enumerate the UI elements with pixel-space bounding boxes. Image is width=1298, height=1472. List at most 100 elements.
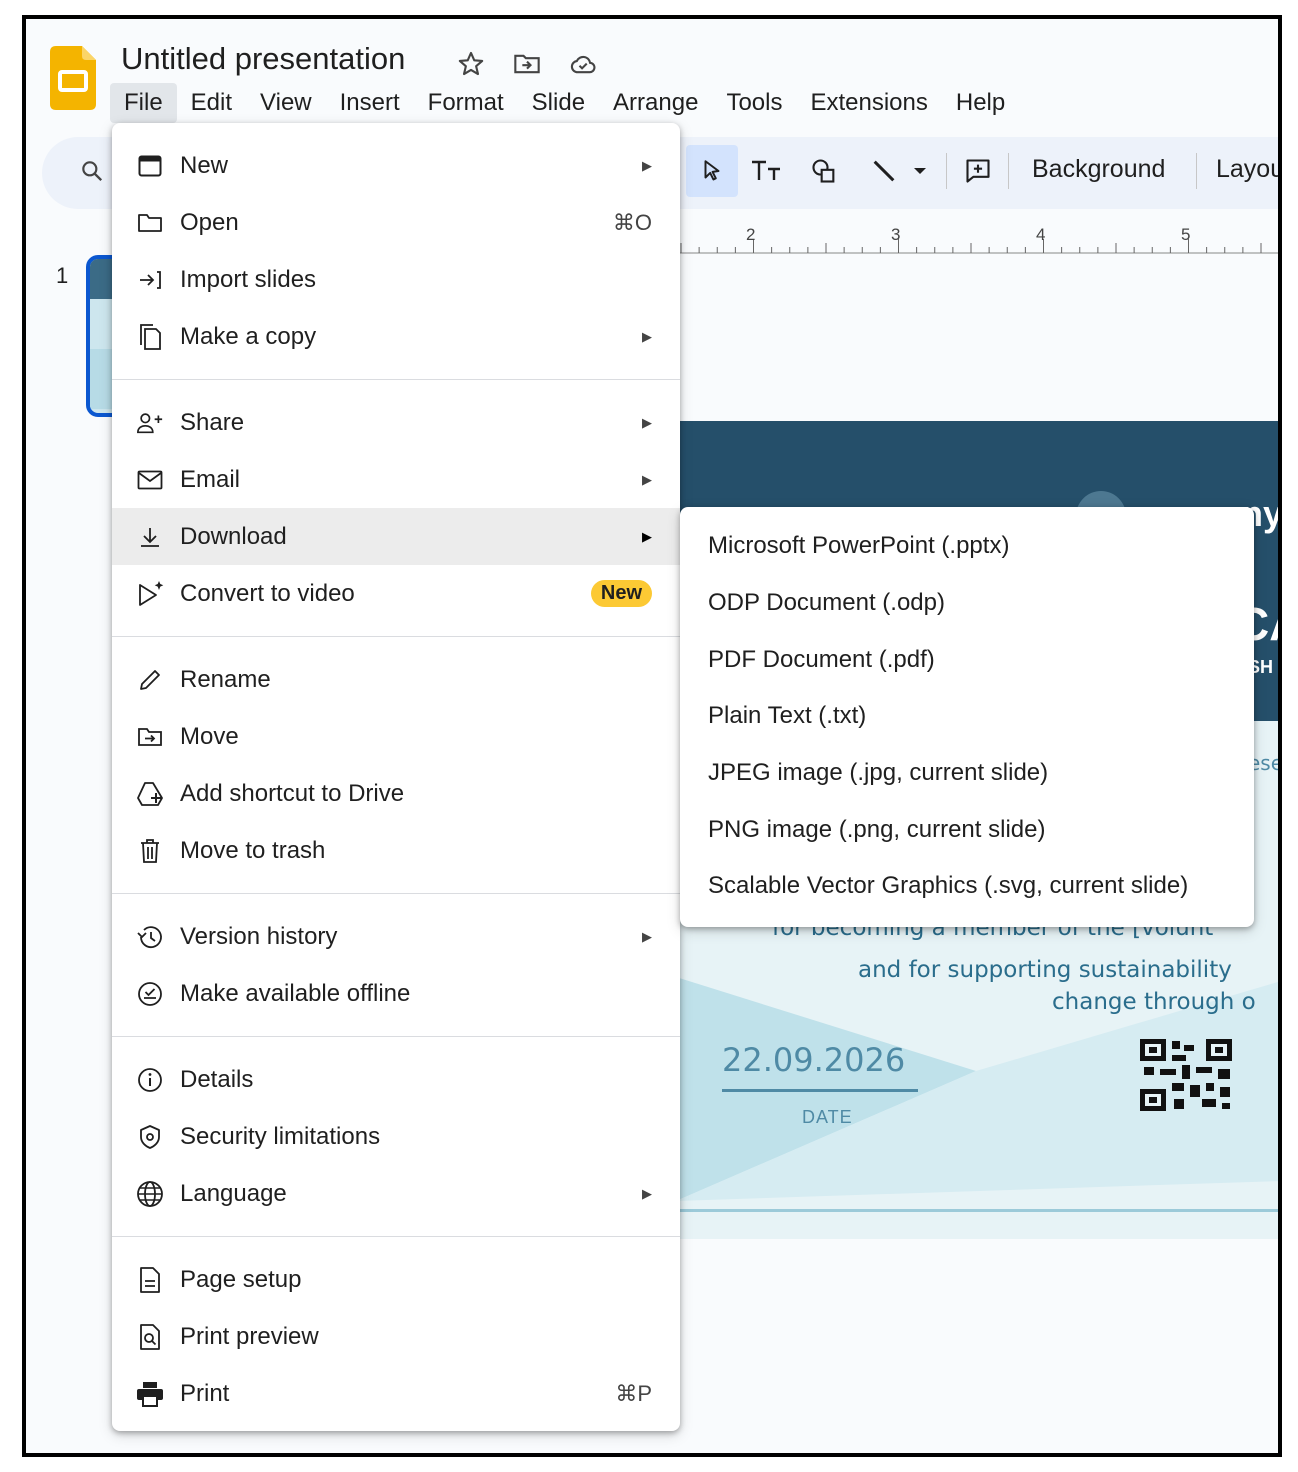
date-underline bbox=[722, 1089, 918, 1092]
menu-insert[interactable]: Insert bbox=[326, 83, 414, 123]
page-icon bbox=[136, 1266, 164, 1294]
printer-icon bbox=[136, 1380, 164, 1408]
download-option-pptx[interactable]: Microsoft PowerPoint (.pptx) bbox=[680, 518, 1254, 575]
menu-extensions[interactable]: Extensions bbox=[796, 83, 941, 123]
menu-item-new[interactable]: New ▶ bbox=[112, 137, 680, 194]
slide-number: 1 bbox=[56, 263, 69, 288]
menu-item-move-to-trash[interactable]: Move to trash bbox=[112, 822, 680, 879]
menu-item-page-setup[interactable]: Page setup bbox=[112, 1251, 680, 1308]
copy-icon bbox=[136, 323, 164, 351]
add-comment-icon[interactable] bbox=[956, 145, 1000, 197]
slide-body-line: change through o bbox=[1052, 989, 1256, 1015]
download-option-png[interactable]: PNG image (.png, current slide) bbox=[680, 801, 1254, 858]
star-icon[interactable] bbox=[454, 47, 488, 81]
print-preview-icon bbox=[136, 1323, 164, 1351]
menu-edit[interactable]: Edit bbox=[177, 83, 246, 123]
submenu-arrow-icon: ▶ bbox=[642, 157, 652, 173]
ruler-label: 3 bbox=[891, 225, 901, 244]
menu-item-import-slides[interactable]: Import slides bbox=[112, 251, 680, 308]
email-icon bbox=[136, 466, 164, 494]
info-icon bbox=[136, 1066, 164, 1094]
download-submenu: Microsoft PowerPoint (.pptx) ODP Documen… bbox=[680, 507, 1254, 927]
move-folder-icon[interactable] bbox=[510, 47, 544, 81]
history-icon bbox=[136, 923, 164, 951]
menu-item-rename[interactable]: Rename bbox=[112, 651, 680, 708]
shortcut-label: ⌘P bbox=[615, 1380, 652, 1406]
menu-item-print-preview[interactable]: Print preview bbox=[112, 1308, 680, 1365]
pencil-icon bbox=[136, 666, 164, 694]
slides-new-icon bbox=[136, 152, 164, 180]
line-dropdown-icon[interactable] bbox=[906, 145, 934, 197]
horizontal-ruler: 2 3 4 5 bbox=[676, 225, 1278, 257]
menu-format[interactable]: Format bbox=[414, 83, 518, 123]
menu-tools[interactable]: Tools bbox=[712, 83, 796, 123]
document-title[interactable]: Untitled presentation bbox=[121, 41, 405, 77]
submenu-arrow-icon: ▶ bbox=[642, 328, 652, 344]
background-button[interactable]: Background bbox=[1032, 155, 1165, 184]
video-sparkle-icon bbox=[136, 580, 164, 608]
menu-bar: File Edit View Insert Format Slide Arran… bbox=[110, 81, 1019, 125]
text-box-icon[interactable] bbox=[744, 145, 788, 197]
ruler-label: 2 bbox=[746, 225, 756, 244]
globe-icon bbox=[136, 1180, 164, 1208]
menu-item-share[interactable]: Share ▶ bbox=[112, 394, 680, 451]
menu-item-details[interactable]: Details bbox=[112, 1051, 680, 1108]
slides-logo-icon[interactable] bbox=[50, 46, 96, 110]
slide-date-label: DATE bbox=[802, 1107, 853, 1127]
toolbar-divider bbox=[946, 153, 947, 189]
slides-app: Untitled presentation File Edit View Ins… bbox=[26, 19, 1278, 1453]
toolbar-divider bbox=[1008, 153, 1009, 189]
ruler-label: 5 bbox=[1181, 225, 1191, 244]
import-icon bbox=[136, 266, 164, 294]
menu-item-version-history[interactable]: Version history ▶ bbox=[112, 908, 680, 965]
menu-item-email[interactable]: Email ▶ bbox=[112, 451, 680, 508]
layout-button[interactable]: Layou bbox=[1216, 155, 1278, 184]
screenshot-frame: Untitled presentation File Edit View Ins… bbox=[22, 15, 1282, 1457]
folder-open-icon bbox=[136, 209, 164, 237]
ruler-label: 4 bbox=[1036, 225, 1046, 244]
file-menu: New ▶ Open ⌘O Import slides Make a copy … bbox=[112, 123, 680, 1431]
menu-item-make-available-offline[interactable]: Make available offline bbox=[112, 965, 680, 1022]
shortcut-label: ⌘O bbox=[612, 209, 652, 235]
trash-icon bbox=[136, 837, 164, 865]
cloud-saved-icon[interactable] bbox=[566, 47, 600, 81]
download-option-jpg[interactable]: JPEG image (.jpg, current slide) bbox=[680, 745, 1254, 802]
menu-item-move[interactable]: Move bbox=[112, 708, 680, 765]
download-option-svg[interactable]: Scalable Vector Graphics (.svg, current … bbox=[680, 858, 1254, 915]
slide-date: 22.09.2026 bbox=[722, 1041, 906, 1079]
download-option-txt[interactable]: Plain Text (.txt) bbox=[680, 688, 1254, 745]
menu-item-add-shortcut-to-drive[interactable]: Add shortcut to Drive bbox=[112, 765, 680, 822]
menu-item-convert-to-video[interactable]: Convert to video New bbox=[112, 565, 680, 622]
menu-item-language[interactable]: Language ▶ bbox=[112, 1165, 680, 1222]
new-badge: New bbox=[590, 580, 652, 607]
offline-icon bbox=[136, 980, 164, 1008]
menu-help[interactable]: Help bbox=[942, 83, 1019, 123]
menu-file[interactable]: File bbox=[110, 83, 177, 123]
person-add-icon bbox=[136, 409, 164, 437]
download-option-odp[interactable]: ODP Document (.odp) bbox=[680, 575, 1254, 632]
line-icon[interactable] bbox=[862, 145, 906, 197]
menu-arrange[interactable]: Arrange bbox=[599, 83, 712, 123]
folder-move-icon bbox=[136, 723, 164, 751]
toolbar-divider bbox=[1196, 153, 1197, 189]
menu-divider bbox=[112, 1036, 680, 1037]
drive-shortcut-icon bbox=[136, 780, 164, 808]
download-icon bbox=[136, 523, 164, 551]
menu-item-make-a-copy[interactable]: Make a copy ▶ bbox=[112, 308, 680, 365]
shape-icon[interactable] bbox=[802, 145, 846, 197]
submenu-arrow-icon: ▶ bbox=[642, 528, 652, 544]
menu-item-open[interactable]: Open ⌘O bbox=[112, 194, 680, 251]
menu-item-print[interactable]: Print ⌘P bbox=[112, 1365, 680, 1422]
menu-view[interactable]: View bbox=[246, 83, 326, 123]
slide-body-line: and for supporting sustainability bbox=[858, 957, 1232, 983]
submenu-arrow-icon: ▶ bbox=[642, 414, 652, 430]
menu-slide[interactable]: Slide bbox=[518, 83, 599, 123]
select-cursor-icon[interactable] bbox=[686, 145, 738, 197]
menu-item-download[interactable]: Download ▶ bbox=[112, 508, 680, 565]
menu-divider bbox=[112, 636, 680, 637]
search-menus-icon[interactable] bbox=[72, 145, 112, 197]
menu-item-security-limitations[interactable]: Security limitations bbox=[112, 1108, 680, 1165]
submenu-arrow-icon: ▶ bbox=[642, 1185, 652, 1201]
menu-divider bbox=[112, 893, 680, 894]
download-option-pdf[interactable]: PDF Document (.pdf) bbox=[680, 631, 1254, 688]
